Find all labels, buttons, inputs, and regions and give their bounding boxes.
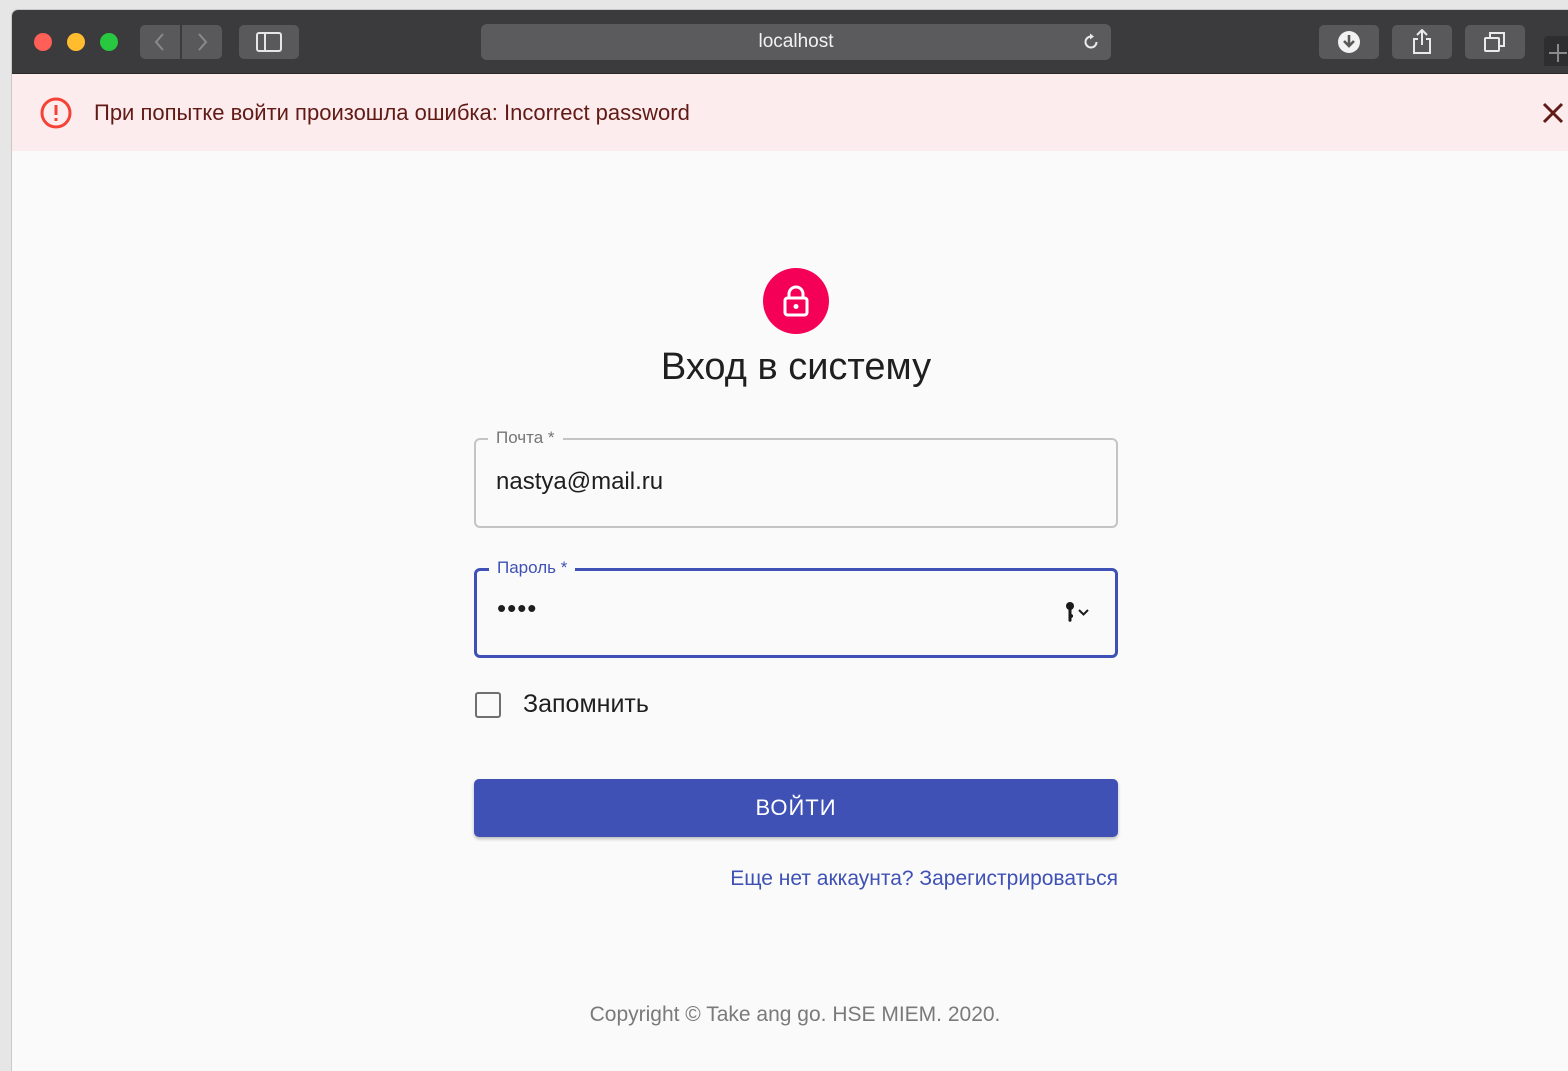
forward-button[interactable]: [182, 25, 222, 59]
error-alert: При попытке войти произошла ошибка: Inco…: [12, 74, 1568, 151]
reload-icon[interactable]: [1081, 32, 1101, 52]
address-bar[interactable]: localhost: [481, 24, 1111, 60]
password-input[interactable]: ••••: [497, 593, 537, 624]
close-window-button[interactable]: [34, 33, 52, 51]
error-outline-icon: [40, 97, 72, 129]
email-field[interactable]: Почта * nastya@mail.ru: [474, 428, 1118, 528]
sidebar-toggle-button[interactable]: [239, 25, 299, 59]
email-field-label: Почта *: [488, 428, 563, 448]
remember-checkbox[interactable]: [475, 691, 501, 718]
address-bar-url: localhost: [758, 31, 834, 52]
chevron-left-icon: [154, 33, 164, 51]
back-button[interactable]: [140, 25, 180, 59]
alert-close-button[interactable]: [1538, 98, 1568, 128]
share-icon: [1413, 29, 1431, 54]
downloads-button[interactable]: [1319, 25, 1379, 59]
signup-link[interactable]: Еще нет аккаунта? Зарегистрироваться: [730, 867, 1118, 891]
page-title: Вход в систему: [660, 346, 932, 388]
plus-icon: [1549, 44, 1567, 62]
avatar: [763, 268, 829, 334]
zoom-window-button[interactable]: [100, 33, 118, 51]
chevron-right-icon: [198, 33, 208, 51]
sidebar-icon: [256, 32, 282, 52]
lock-icon: [783, 285, 809, 317]
alert-message: При попытке войти произошла ошибка: Inco…: [94, 100, 690, 125]
remember-label: Запомнить: [523, 690, 649, 718]
tabs-overview-icon: [1484, 32, 1505, 52]
new-tab-button[interactable]: [1544, 36, 1568, 66]
copyright: Copyright © Take ang go. HSE MIEM. 2020.: [589, 1003, 1001, 1026]
browser-window: localhost При попытке войти произошла ош…: [12, 10, 1568, 1071]
share-button[interactable]: [1392, 25, 1452, 59]
minimize-window-button[interactable]: [67, 33, 85, 51]
close-icon: [1542, 102, 1564, 124]
email-input[interactable]: nastya@mail.ru: [496, 468, 663, 496]
remember-me[interactable]: Запомнить: [475, 690, 649, 719]
password-field-label: Пароль *: [489, 558, 576, 578]
show-tabs-button[interactable]: [1465, 25, 1525, 59]
download-icon: [1338, 31, 1360, 53]
password-field[interactable]: Пароль * ••••: [474, 558, 1118, 658]
browser-toolbar: localhost: [12, 10, 1568, 74]
key-autofill-icon[interactable]: [1063, 601, 1093, 623]
login-button[interactable]: ВОЙТИ: [474, 779, 1118, 837]
